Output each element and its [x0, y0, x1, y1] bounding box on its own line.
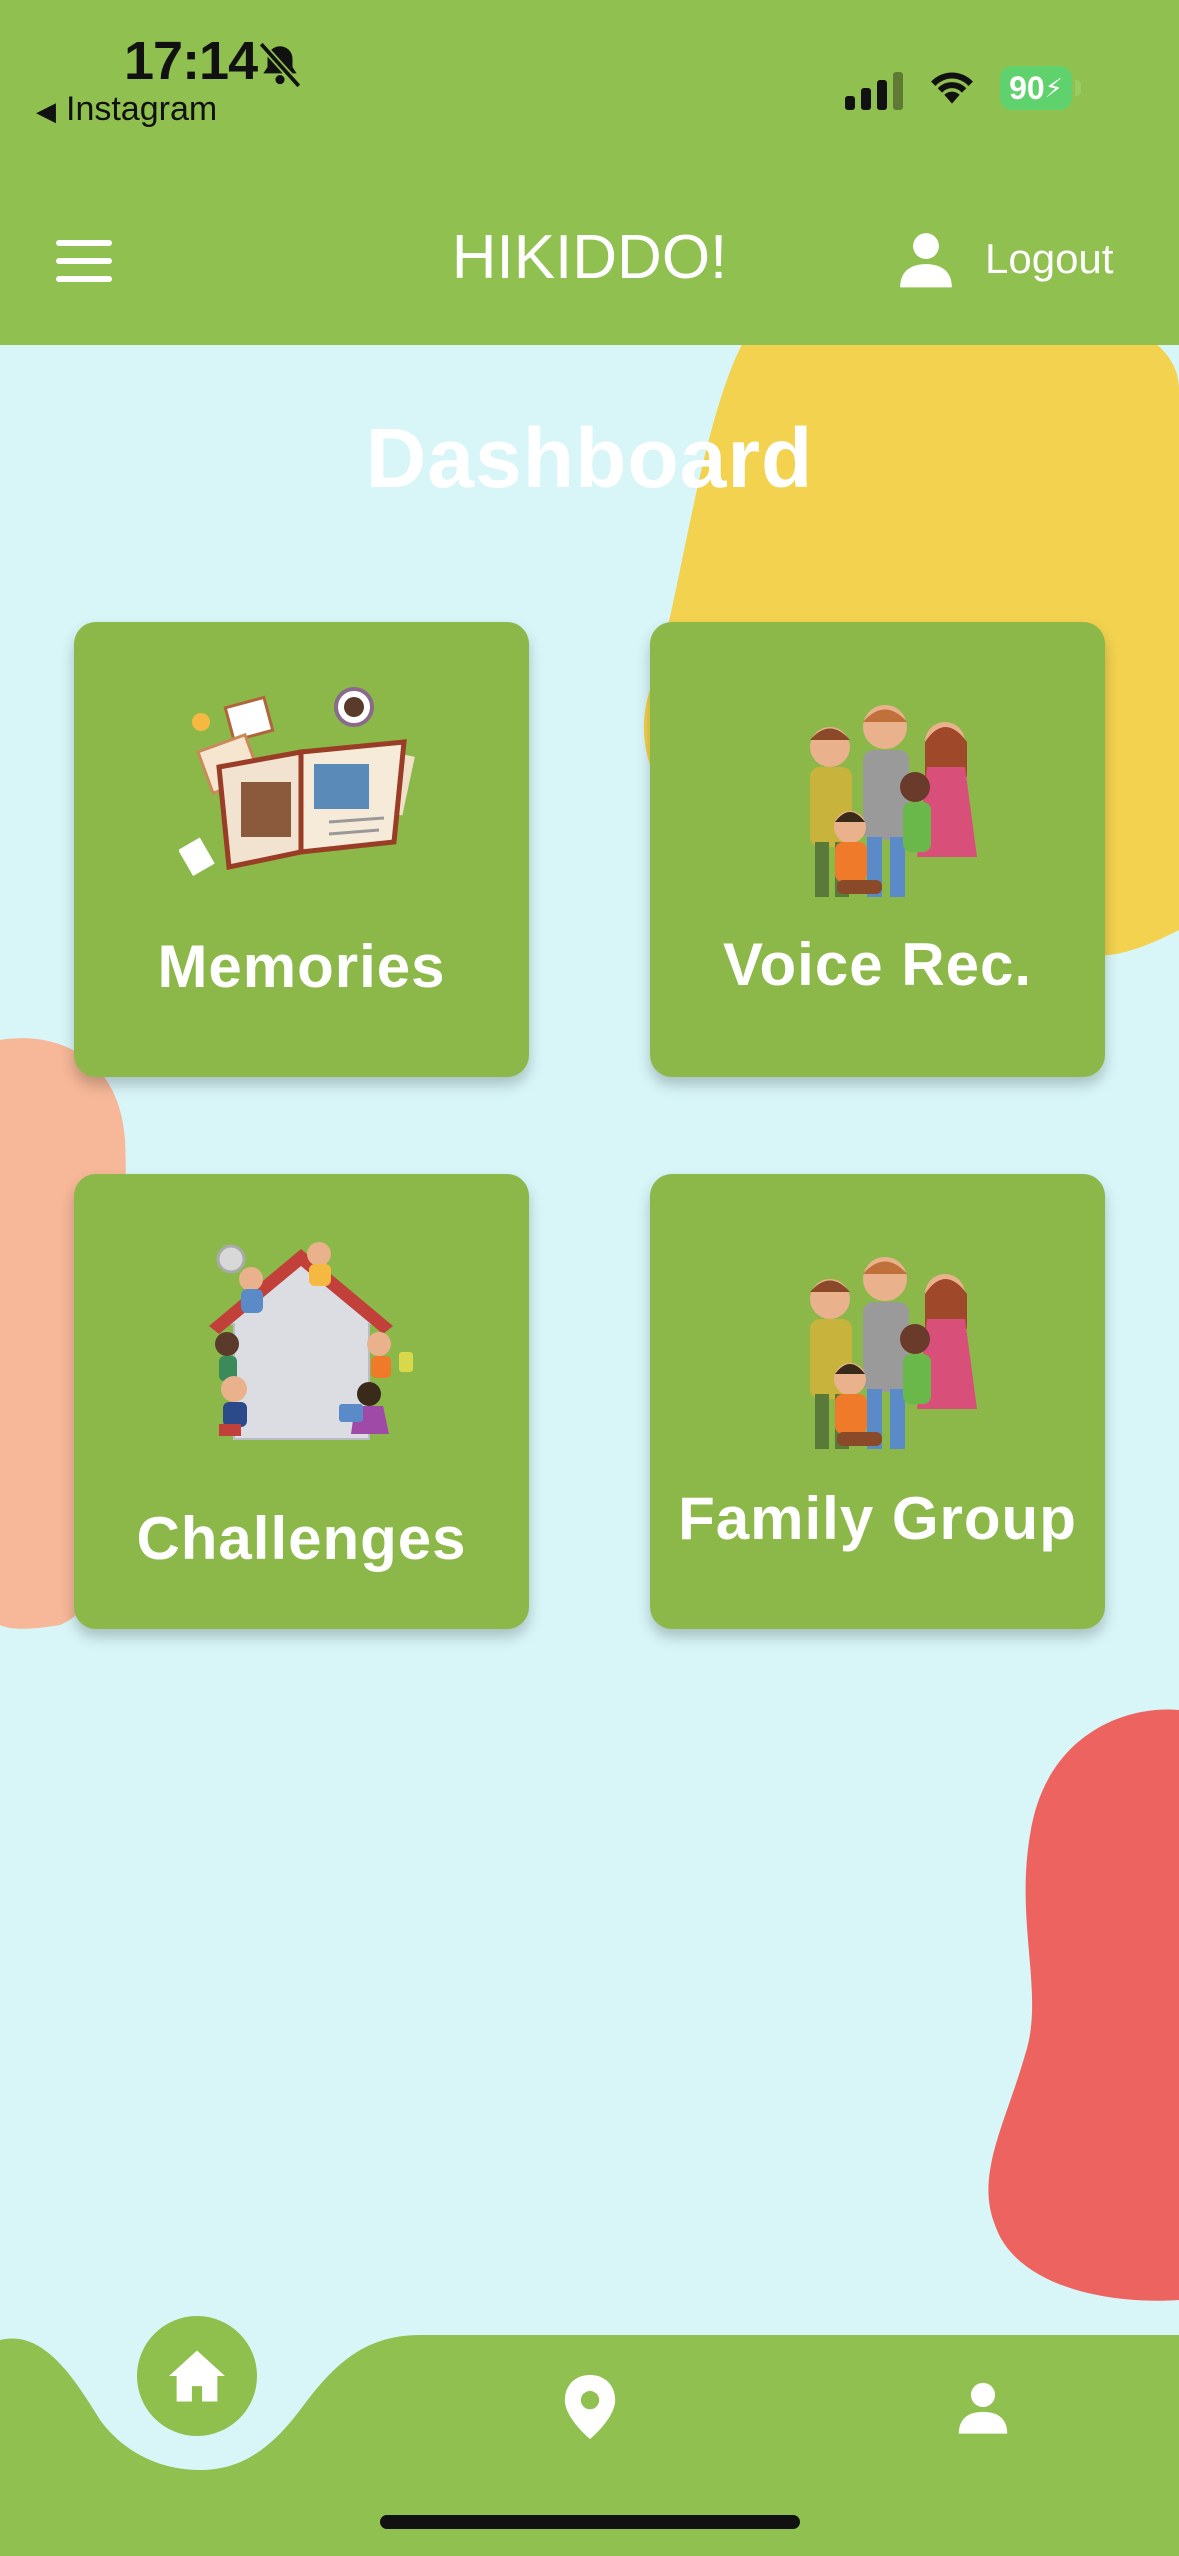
red-blob — [988, 1709, 1179, 2301]
wifi-icon — [931, 72, 973, 104]
tile-label: Family Group — [678, 1485, 1077, 1552]
challenges-tile[interactable]: Challenges — [74, 1174, 529, 1629]
logout-label: Logout — [985, 235, 1114, 282]
battery-tip — [1075, 80, 1081, 96]
signal-icon — [845, 72, 903, 110]
photo-album-illustration — [179, 687, 415, 876]
battery-level: 90 — [1009, 69, 1045, 106]
nav-home-button[interactable] — [137, 2316, 257, 2436]
battery-charging-icon: 90 ⚡ — [1000, 66, 1072, 110]
family-group-tile[interactable]: Family Group — [650, 1174, 1105, 1629]
family-illustration — [810, 705, 977, 897]
page-title: Dashboard — [365, 411, 814, 505]
back-to-app[interactable]: ◀ Instagram — [36, 90, 217, 129]
tile-label: Voice Rec. — [722, 931, 1033, 998]
voice-rec-tile[interactable]: Voice Rec. — [650, 622, 1105, 1077]
back-arrow-icon: ◀ — [36, 96, 56, 126]
app-header: 17:14 ◀ Instagram 90 ⚡ HIKIDDO! Logout — [0, 0, 1179, 345]
person-icon[interactable] — [954, 2378, 1012, 2436]
home-icon — [169, 2350, 225, 2402]
memories-tile[interactable]: Memories — [74, 622, 529, 1077]
person-icon — [900, 233, 952, 288]
bell-muted-icon — [258, 41, 302, 89]
back-app-label: Instagram — [66, 90, 218, 128]
tile-label: Memories — [157, 933, 446, 1000]
location-pin-icon[interactable] — [562, 2375, 618, 2439]
logout-button[interactable]: Logout — [895, 228, 1113, 290]
status-time: 17:14 — [124, 31, 258, 91]
house-kids-illustration — [209, 1242, 413, 1440]
tile-label: Challenges — [136, 1505, 467, 1572]
family-illustration — [810, 1257, 977, 1449]
home-indicator — [380, 2515, 800, 2529]
charging-bolt-icon: ⚡ — [1044, 72, 1063, 103]
